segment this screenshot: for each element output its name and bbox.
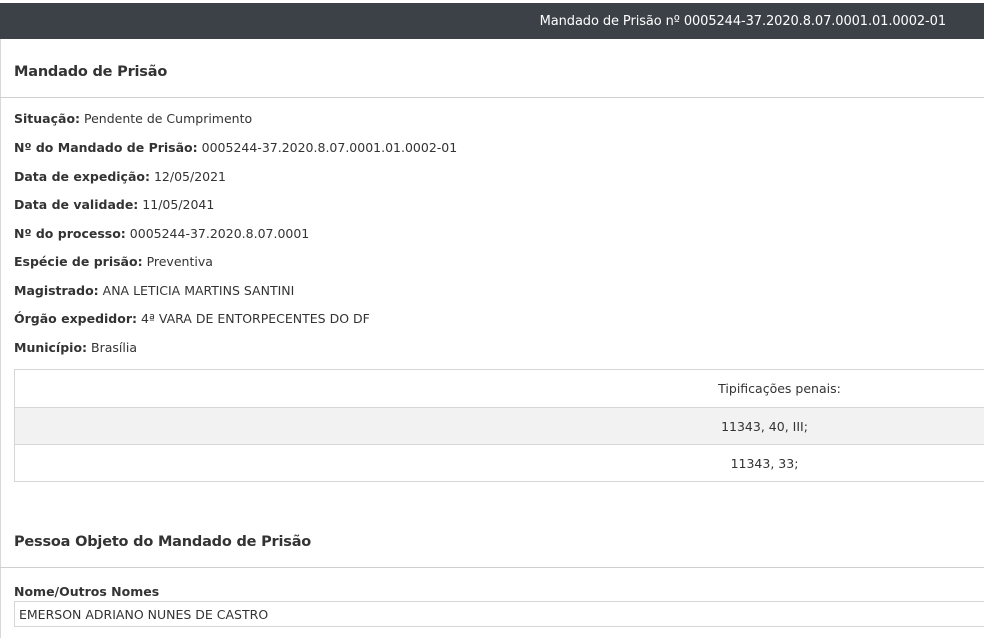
field-numero-mandado: Nº do Mandado de Prisão: 0005244-37.2020… xyxy=(14,140,457,155)
field-label: Situação: xyxy=(14,111,81,126)
tipificacoes-table: Tipificações penais: 11343, 40, III; 113… xyxy=(14,369,984,482)
field-label: Nº do Mandado de Prisão: xyxy=(14,140,198,155)
field-numero-processo: Nº do processo: 0005244-37.2020.8.07.000… xyxy=(14,226,309,241)
field-data-expedicao: Data de expedição: 12/05/2021 xyxy=(14,169,226,184)
field-label: Nº do processo: xyxy=(14,226,126,241)
field-situacao: Situação: Pendente de Cumprimento xyxy=(14,111,252,126)
field-value: Brasília xyxy=(91,340,137,355)
field-value: Pendente de Cumprimento xyxy=(84,111,253,126)
table-row: 11343, 33; xyxy=(15,444,984,481)
warrant-section-title: Mandado de Prisão xyxy=(14,64,168,80)
top-header-bar: Mandado de Prisão nº 0005244-37.2020.8.0… xyxy=(0,3,984,39)
person-section-title: Pessoa Objeto do Mandado de Prisão xyxy=(14,534,312,550)
tipificacoes-header: Tipificações penais: xyxy=(718,381,841,396)
field-label: Órgão expedidor: xyxy=(14,311,138,326)
name-value: EMERSON ADRIANO NUNES DE CASTRO xyxy=(19,606,269,622)
field-especie-prisao: Espécie de prisão: Preventiva xyxy=(14,254,213,269)
field-value: 0005244-37.2020.8.07.0001.01.0002-01 xyxy=(201,140,458,155)
content-left-border xyxy=(0,39,1,638)
warrant-section-divider xyxy=(0,97,984,98)
field-label: Município: xyxy=(14,340,88,355)
field-value: 11/05/2041 xyxy=(142,197,215,212)
table-row: 11343, 40, III; xyxy=(15,407,984,444)
field-value: 12/05/2021 xyxy=(153,169,227,184)
person-section-divider xyxy=(0,567,984,568)
field-data-validade: Data de validade: 11/05/2041 xyxy=(14,197,214,212)
field-label: Espécie de prisão: xyxy=(14,254,143,269)
field-label: Magistrado: xyxy=(14,283,99,298)
header-title: Mandado de Prisão nº 0005244-37.2020.8.0… xyxy=(539,13,946,29)
name-value-field: EMERSON ADRIANO NUNES DE CASTRO xyxy=(14,601,984,627)
field-label: Data de expedição: xyxy=(14,169,150,184)
field-value: Preventiva xyxy=(146,254,213,269)
field-magistrado: Magistrado: ANA LETICIA MARTINS SANTINI xyxy=(14,283,294,298)
field-municipio: Município: Brasília xyxy=(14,340,137,355)
field-label: Data de validade: xyxy=(14,197,139,212)
field-value: ANA LETICIA MARTINS SANTINI xyxy=(102,283,295,298)
name-label: Nome/Outros Nomes xyxy=(14,584,160,599)
field-value: 0005244-37.2020.8.07.0001 xyxy=(129,226,310,241)
field-orgao-expedidor: Órgão expedidor: 4ª VARA DE ENTORPECENTE… xyxy=(14,311,370,326)
field-value: 4ª VARA DE ENTORPECENTES DO DF xyxy=(141,311,370,326)
